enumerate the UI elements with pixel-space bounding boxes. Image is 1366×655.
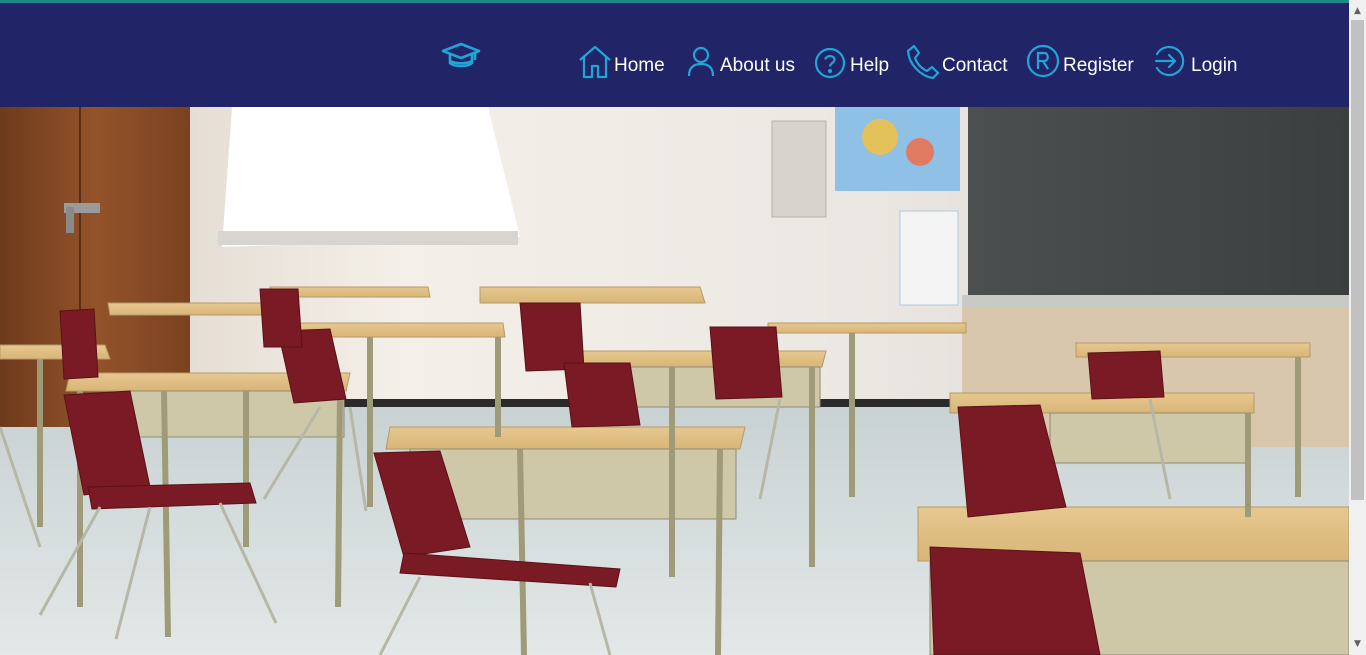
nav-about-label: About us (720, 55, 795, 76)
nav-contact-label: Contact (942, 55, 1008, 76)
nav-help-link[interactable]: Help (814, 35, 889, 79)
nav-login-link[interactable]: Login (1153, 35, 1238, 79)
nav-about-link[interactable]: About us (686, 35, 795, 79)
nav-home-label: Home (614, 55, 665, 76)
top-navbar: Home About us Help Contact Register Logi… (0, 3, 1349, 107)
phone-icon (906, 43, 940, 79)
classroom-hero-image (0, 107, 1349, 655)
graduation-cap-icon[interactable] (440, 39, 482, 71)
house-icon (578, 45, 612, 79)
question-circle-icon (814, 45, 848, 79)
nav-help-label: Help (850, 55, 890, 76)
nav-register-link[interactable]: Register (1027, 35, 1134, 79)
nav-register-label: Register (1063, 55, 1134, 76)
person-icon (686, 45, 716, 79)
login-arrow-icon (1153, 43, 1187, 79)
registered-circle-icon (1027, 43, 1061, 79)
scroll-up-icon[interactable]: ▲ (1349, 3, 1366, 20)
nav-login-label: Login (1191, 55, 1238, 76)
scroll-down-icon[interactable]: ▼ (1349, 636, 1366, 653)
nav-contact-link[interactable]: Contact (906, 35, 1007, 79)
nav-home-link[interactable]: Home (578, 35, 665, 79)
scrollbar-thumb[interactable] (1351, 20, 1364, 500)
